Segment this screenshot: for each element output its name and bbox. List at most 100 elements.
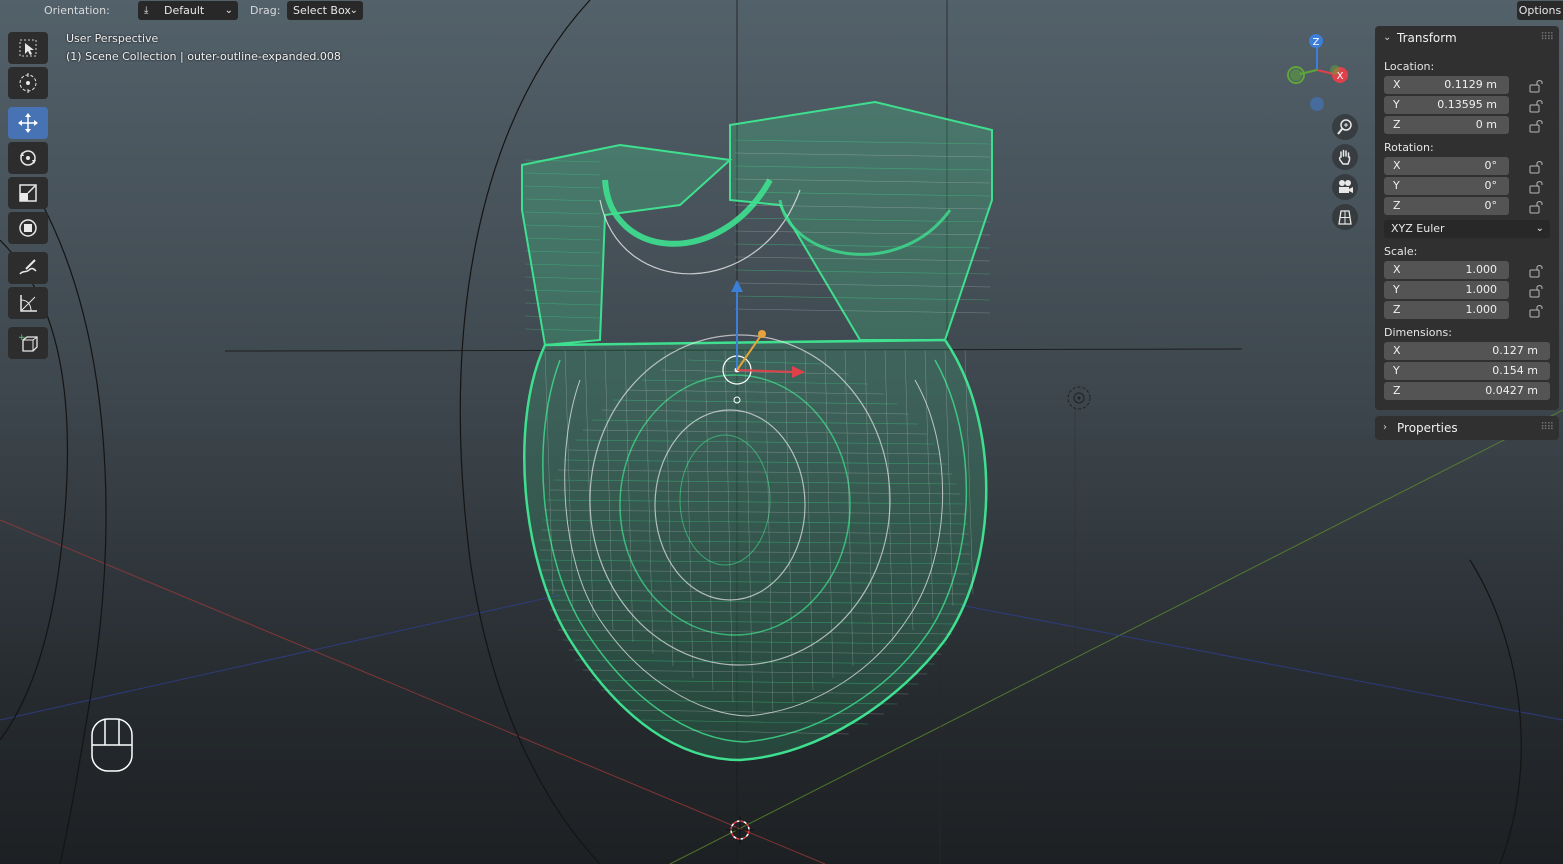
viewport-canvas[interactable]: Z X — [0, 0, 1563, 864]
transform-panel-header[interactable]: ⌄ Transform ⠿⠿ — [1375, 26, 1559, 50]
scale-icon — [19, 184, 37, 202]
rotation-row: Z 0° — [1375, 197, 1559, 217]
scale-field-z[interactable]: Z 1.000 — [1384, 301, 1509, 319]
field-value: 0° — [1484, 159, 1498, 172]
measure-tool[interactable] — [8, 287, 48, 319]
lock-icon[interactable] — [1529, 304, 1545, 318]
lock-icon[interactable] — [1529, 99, 1545, 113]
axis-label: X — [1393, 344, 1401, 357]
drag-grip-icon[interactable]: ⠿⠿ — [1540, 416, 1554, 440]
rotation-label: Rotation: — [1384, 141, 1434, 154]
view-perspective-label: User Perspective — [66, 32, 159, 45]
3d-cursor[interactable] — [726, 816, 754, 844]
move-icon — [18, 113, 38, 133]
camera-icon — [1339, 180, 1353, 193]
zoom-button[interactable] — [1332, 114, 1358, 140]
wireframe-object[interactable] — [521, 100, 993, 762]
pan-button[interactable] — [1332, 144, 1358, 170]
camera-view-button[interactable] — [1332, 174, 1358, 200]
location-row: X 0.1129 m — [1375, 76, 1559, 96]
field-value: 0 m — [1475, 118, 1497, 131]
field-value: 1.000 — [1465, 303, 1498, 316]
scale-tool[interactable] — [8, 177, 48, 209]
chevron-down-icon: ⌄ — [1383, 32, 1392, 43]
scene-collection-label: (1) Scene Collection | outer-outline-exp… — [66, 50, 341, 63]
location-field-x[interactable]: X 0.1129 m — [1384, 76, 1509, 94]
axis-label: Y — [1393, 364, 1400, 377]
orientation-label: Orientation: — [44, 4, 110, 17]
lock-icon[interactable] — [1529, 180, 1545, 194]
dimensions-field-z[interactable]: Z 0.0427 m — [1384, 382, 1550, 400]
scale-field-x[interactable]: X 1.000 — [1384, 261, 1509, 279]
location-field-y[interactable]: Y 0.13595 m — [1384, 96, 1509, 114]
scale-field-y[interactable]: Y 1.000 — [1384, 281, 1509, 299]
cursor-icon — [19, 73, 37, 93]
properties-title: Properties — [1397, 421, 1458, 435]
light-object[interactable] — [1067, 386, 1091, 410]
orientation-dropdown[interactable]: ⤓ Default ⌄ — [138, 1, 238, 20]
dimensions-label: Dimensions: — [1384, 326, 1452, 339]
rotate-tool[interactable] — [8, 142, 48, 174]
svg-text:+: + — [18, 333, 26, 343]
mouse-status-icon — [91, 718, 133, 772]
properties-panel-header[interactable]: › Properties ⠿⠿ — [1375, 416, 1559, 440]
dimensions-field-x[interactable]: X 0.127 m — [1384, 342, 1550, 360]
location-field-z[interactable]: Z 0 m — [1384, 116, 1509, 134]
location-row: Z 0 m — [1375, 116, 1559, 136]
location-label: Location: — [1384, 60, 1435, 73]
dimensions-field-y[interactable]: Y 0.154 m — [1384, 362, 1550, 380]
lock-icon[interactable] — [1529, 79, 1545, 93]
viewport-header: Orientation: ⤓ Default ⌄ Drag: Select Bo… — [0, 0, 1563, 22]
axis-label: Z — [1393, 199, 1401, 212]
field-value: 0° — [1484, 179, 1498, 192]
scale-row: X 1.000 — [1375, 261, 1559, 281]
drag-label: Drag: — [250, 4, 281, 17]
drag-grip-icon[interactable]: ⠿⠿ — [1540, 26, 1554, 50]
lock-icon[interactable] — [1529, 284, 1545, 298]
lock-icon[interactable] — [1529, 264, 1545, 278]
gizmo-z-label: Z — [1313, 37, 1320, 48]
hand-icon — [1338, 149, 1351, 165]
rotation-field-z[interactable]: Z 0° — [1384, 197, 1509, 215]
axis-label: X — [1393, 78, 1401, 91]
navigation-gizmo[interactable]: Z X — [1287, 34, 1348, 111]
field-value: 0.154 m — [1492, 364, 1538, 377]
rotation-mode-value: XYZ Euler — [1391, 222, 1445, 235]
sidebar-panel: ⌄ Transform ⠿⠿ Location: X 0.1129 m Y 0.135… — [1375, 26, 1559, 440]
cursor-tool[interactable] — [8, 67, 48, 99]
scale-row: Y 1.000 — [1375, 281, 1559, 301]
rotation-mode-dropdown[interactable]: XYZ Euler ⌄ — [1384, 220, 1550, 238]
location-row: Y 0.13595 m — [1375, 96, 1559, 116]
add-cube-tool[interactable]: + — [8, 327, 48, 359]
lock-icon[interactable] — [1529, 200, 1545, 214]
drag-dropdown[interactable]: Select Box ⌄ — [287, 1, 363, 20]
projection-toggle-button[interactable] — [1332, 204, 1358, 230]
scale-label: Scale: — [1384, 245, 1418, 258]
chevron-down-icon: ⌄ — [1535, 223, 1544, 234]
transform-tool[interactable] — [8, 212, 48, 244]
rotation-field-y[interactable]: Y 0° — [1384, 177, 1509, 195]
chevron-right-icon: › — [1383, 422, 1387, 433]
transform-title: Transform — [1397, 31, 1457, 45]
move-tool[interactable] — [8, 107, 48, 139]
annotate-icon — [19, 259, 37, 275]
transform-icon — [19, 219, 37, 237]
lock-icon[interactable] — [1529, 119, 1545, 133]
zoom-icon — [1337, 119, 1352, 135]
axis-label: Z — [1393, 303, 1401, 316]
field-value: 0° — [1484, 199, 1498, 212]
axis-label: Y — [1393, 98, 1400, 111]
axis-label: Z — [1393, 118, 1401, 131]
axis-label: X — [1393, 159, 1401, 172]
options-button[interactable]: Options — [1517, 1, 1563, 20]
select-box-tool[interactable] — [8, 32, 48, 64]
field-value: 0.13595 m — [1437, 98, 1497, 111]
measure-icon — [20, 295, 37, 312]
annotate-tool[interactable] — [8, 252, 48, 284]
dimensions-row: Y 0.154 m — [1375, 362, 1559, 382]
rotation-row: Y 0° — [1375, 177, 1559, 197]
chevron-down-icon: ⌄ — [224, 5, 233, 16]
orientation-value: Default — [164, 4, 205, 17]
lock-icon[interactable] — [1529, 160, 1545, 174]
rotation-field-x[interactable]: X 0° — [1384, 157, 1509, 175]
